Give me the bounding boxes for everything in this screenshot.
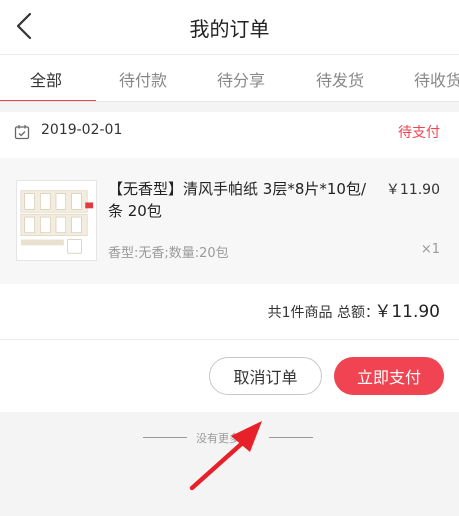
summary-amount: ￥11.90 xyxy=(374,302,440,322)
product-quantity: ×1 xyxy=(420,242,440,257)
divider-line-left xyxy=(143,437,187,438)
order-date: 2019-02-01 xyxy=(41,122,123,138)
summary-label: 共1件商品 总额： xyxy=(267,305,379,321)
order-tabs: 全部 待付款 待分享 待发货 待收货 xyxy=(0,54,459,102)
order-card: 2019-02-01 待支付 【无香型】清风手帕纸 3层*8片*10包/条 20 xyxy=(0,112,459,412)
product-spec: 香型:无香;数量:20包 xyxy=(108,246,229,261)
no-more-text: 没有更多了 xyxy=(196,432,251,445)
tab-pending-payment[interactable]: 待付款 xyxy=(119,67,167,91)
order-item[interactable]: 【无香型】清风手帕纸 3层*8片*10包/条 20包 ￥11.90 香型:无香;… xyxy=(0,158,459,284)
page-title: 我的订单 xyxy=(189,17,270,41)
pay-now-button[interactable]: 立即支付 xyxy=(334,357,444,395)
divider-line-right xyxy=(269,437,313,438)
order-status: 待支付 xyxy=(398,125,440,141)
tab-pending-shipment[interactable]: 待发货 xyxy=(316,67,364,91)
order-summary: 共1件商品 总额： ￥11.90 xyxy=(0,284,459,340)
tab-all[interactable]: 全部 xyxy=(30,67,62,91)
cancel-order-button[interactable]: 取消订单 xyxy=(209,357,322,395)
product-title[interactable]: 【无香型】清风手帕纸 3层*8片*10包/条 20包 xyxy=(108,178,368,222)
header: 我的订单 xyxy=(0,0,459,54)
active-tab-indicator xyxy=(0,100,96,101)
tab-pending-receipt[interactable]: 待收货 xyxy=(414,67,459,91)
tab-pending-share[interactable]: 待分享 xyxy=(217,67,265,91)
no-more-divider: 没有更多了 xyxy=(0,430,459,448)
product-image[interactable] xyxy=(16,180,97,261)
product-price: ￥11.90 xyxy=(385,182,440,198)
calendar-icon xyxy=(14,125,30,140)
